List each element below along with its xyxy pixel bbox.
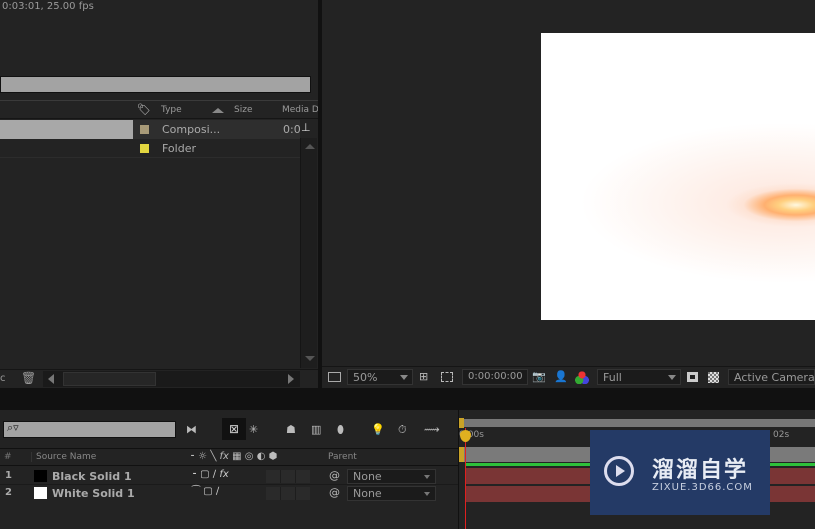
column-media-duration[interactable]: Media D <box>282 105 318 115</box>
column-parent[interactable]: Parent <box>328 452 357 462</box>
layer-switches[interactable]: ⁀ ▢ ∕ <box>192 486 219 497</box>
timeline-panel: ⌕▿ ⧓ ⊠ ✳ ☗ ▥ ⬮ 💡 ⏱ ⟿ # Source Name ⁃ ☼ ╲… <box>0 410 815 529</box>
watermark-url: ZIXUE.3D66.COM <box>652 482 753 493</box>
fx-icon[interactable]: fx <box>219 469 228 480</box>
column-size[interactable]: Size <box>234 105 252 115</box>
pickwhip-icon[interactable]: @ <box>329 469 340 483</box>
sort-asc-icon <box>212 108 224 113</box>
switches-header: ⁃ ☼ ╲ fx ▦ ◎ ◐ ⬢ <box>190 451 278 462</box>
label-swatch <box>140 125 149 134</box>
timeline-search-input[interactable]: ⌕▿ <box>3 421 176 438</box>
show-snapshot-icon[interactable]: 👤 <box>554 370 568 384</box>
layer-row[interactable]: 2 White Solid 1 ⁀ ▢ ∕ @ None <box>0 485 458 502</box>
composition-canvas[interactable] <box>541 33 815 320</box>
timecode: 0:00:00:00 <box>468 371 523 382</box>
project-panel: 0:03:01, 25.00 fps 🏷 Type Size Media D C… <box>0 0 318 388</box>
layer-name[interactable]: White Solid 1 <box>52 487 135 500</box>
item-name-selected <box>0 120 133 139</box>
watermark: 溜溜自学 ZIXUE.3D66.COM <box>590 430 770 515</box>
horizontal-scrollbar[interactable] <box>43 371 300 387</box>
snapshot-camera-icon[interactable]: 📷 <box>532 370 546 384</box>
item-type: Folder <box>162 142 196 155</box>
scroll-left-icon[interactable] <box>48 374 54 384</box>
bpc-label[interactable]: c <box>0 373 6 384</box>
region-of-interest-icon[interactable] <box>687 372 698 382</box>
label-tag-icon[interactable]: 🏷 <box>137 103 151 117</box>
play-icon <box>616 465 625 477</box>
parent-dropdown[interactable]: None <box>347 486 436 501</box>
watermark-title: 溜溜自学 <box>652 458 749 483</box>
item-duration: 0:0 <box>283 123 301 136</box>
channel-rgb-icon[interactable] <box>575 371 589 384</box>
work-area-start-handle[interactable] <box>459 418 464 428</box>
chevron-down-icon <box>424 492 430 496</box>
ruler-label-02s: 02s <box>773 430 790 440</box>
layer-row[interactable]: 1 Black Solid 1 ⁃ ▢ ∕ fx @ None <box>0 468 458 485</box>
comp-info: 0:03:01, 25.00 fps <box>2 1 94 12</box>
navigator-handle[interactable] <box>459 447 464 462</box>
fx-icon: fx <box>219 451 229 462</box>
graph-editor-icon[interactable]: ⟿ <box>424 423 440 437</box>
resolution-dropdown[interactable]: Full <box>597 369 681 385</box>
layer-switch-boxes[interactable] <box>266 487 310 500</box>
auto-keyframe-icon[interactable]: ⏱ <box>398 423 407 437</box>
transparency-grid-icon[interactable] <box>708 372 719 383</box>
motion-blur-icon[interactable]: ▥ <box>311 423 321 437</box>
magnification-dropdown[interactable]: 50% <box>347 369 413 385</box>
layer-header-row: # Source Name ⁃ ☼ ╲ fx ▦ ◎ ◐ ⬢ Parent <box>0 448 458 466</box>
project-header-row: 🏷 Type Size Media D <box>0 100 318 119</box>
layer-number: 1 <box>5 470 12 481</box>
parent-value: None <box>353 487 382 500</box>
trash-icon[interactable]: 🗑 <box>21 371 36 385</box>
playhead[interactable] <box>465 428 466 529</box>
resolution-value: Full <box>603 371 622 384</box>
project-item-folder[interactable]: Folder <box>0 140 300 158</box>
column-type[interactable]: Type <box>161 105 182 115</box>
project-bottom-bar: c 🗑 <box>0 369 318 388</box>
hide-shy-layers-icon[interactable]: ✳ <box>249 423 258 437</box>
composition-mini-flowchart-icon[interactable]: ⧓ <box>186 423 197 437</box>
column-number: # <box>4 452 12 462</box>
scroll-down-icon[interactable] <box>305 356 315 361</box>
brainstorm-icon[interactable]: 💡 <box>371 423 385 437</box>
frame-blending-icon[interactable]: ☗ <box>286 423 296 437</box>
project-vertical-scrollbar[interactable] <box>300 138 317 368</box>
project-search-input[interactable] <box>0 76 311 93</box>
layer-switches[interactable]: ⁃ ▢ ∕ fx <box>192 469 229 480</box>
always-preview-icon[interactable] <box>328 372 341 382</box>
camera-view-value: Active Camera <box>734 371 815 384</box>
safe-margins-icon[interactable]: ⊞ <box>419 370 428 384</box>
chevron-down-icon <box>668 375 676 380</box>
current-time-field[interactable]: 0:00:00:00 <box>462 369 528 385</box>
chevron-down-icon <box>400 375 408 380</box>
column-source-name[interactable]: Source Name <box>31 452 96 462</box>
scroll-thumb[interactable] <box>63 372 156 386</box>
pickwhip-icon[interactable]: @ <box>329 486 340 500</box>
chevron-down-icon <box>424 475 430 479</box>
parent-dropdown[interactable]: None <box>347 469 436 484</box>
parent-value: None <box>353 470 382 483</box>
layer-switch-boxes[interactable] <box>266 470 310 483</box>
project-item-composition[interactable]: Composi... 0:0 <box>0 120 301 139</box>
scroll-up-icon[interactable] <box>305 144 315 149</box>
search-icon: ⌕▿ <box>7 421 19 434</box>
composition-viewer: 50% ⊞ 0:00:00:00 📷 👤 Full Active Camera <box>322 0 815 388</box>
draft-3d-icon[interactable]: ⊠ <box>222 418 246 440</box>
work-area-bar[interactable] <box>461 419 815 427</box>
mask-visibility-icon[interactable] <box>441 372 453 382</box>
magnification-value: 50% <box>353 371 378 384</box>
layer-color-swatch <box>34 470 47 482</box>
scroll-right-icon[interactable] <box>288 374 294 384</box>
graph-layers-icon[interactable]: ⬮ <box>337 423 344 437</box>
camera-view-dropdown[interactable]: Active Camera <box>728 369 815 385</box>
label-swatch <box>140 144 149 153</box>
layer-number: 2 <box>5 487 12 498</box>
viewer-toolbar: 50% ⊞ 0:00:00:00 📷 👤 Full Active Camera <box>322 366 815 387</box>
layer-color-swatch <box>34 487 47 499</box>
flowchart-icon[interactable]: ⊥ <box>301 121 311 135</box>
item-type: Composi... <box>162 123 221 136</box>
layer-name[interactable]: Black Solid 1 <box>52 470 132 483</box>
